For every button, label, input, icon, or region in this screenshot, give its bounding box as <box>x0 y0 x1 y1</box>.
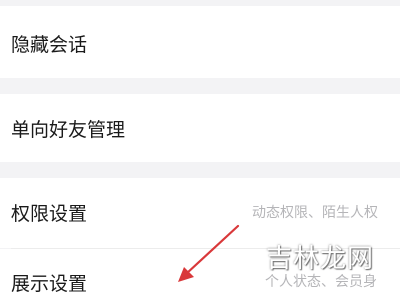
settings-item-subtitle: 动态权限、陌生人权 <box>252 205 378 221</box>
watermark-logo: 吉林龙网 <box>266 244 375 274</box>
settings-item-label: 单向好友管理 <box>11 119 126 141</box>
settings-item-subtitle: 个人状态、会员身 <box>265 274 377 290</box>
section-gap <box>0 162 400 178</box>
settings-item-hidden-chats[interactable]: 隐藏会话 <box>0 6 400 78</box>
settings-item-label: 展示设置 <box>11 273 88 295</box>
settings-item-label: 权限设置 <box>11 203 88 225</box>
settings-item-one-way-friends[interactable]: 单向好友管理 <box>0 94 400 162</box>
section-gap <box>0 78 400 94</box>
settings-item-permissions[interactable]: 权限设置 动态权限、陌生人权 <box>0 178 400 248</box>
settings-item-label: 隐藏会话 <box>11 34 88 56</box>
